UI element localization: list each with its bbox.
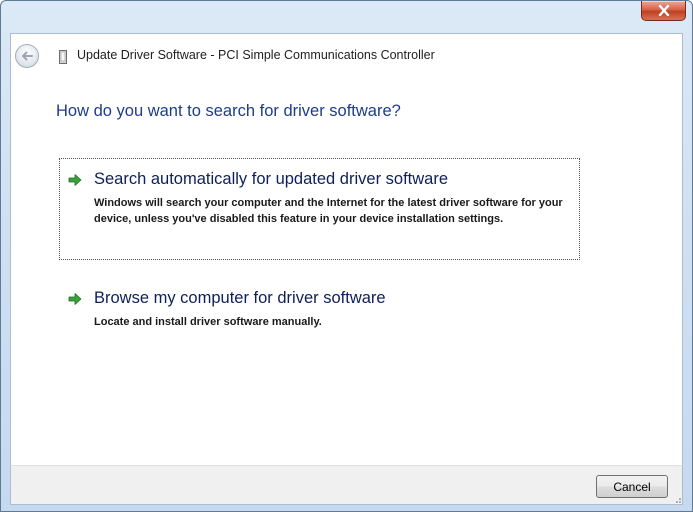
search-automatically-option[interactable]: Search automatically for updated driver … <box>59 158 580 260</box>
back-arrow-icon <box>22 51 33 61</box>
option-description: Locate and install driver software manua… <box>94 316 322 328</box>
browse-computer-option[interactable]: Browse my computer for driver software L… <box>59 277 580 337</box>
cancel-button[interactable]: Cancel <box>596 475 668 498</box>
option-description: Windows will search your computer and th… <box>94 197 563 225</box>
dialog-footer: Cancel <box>10 465 683 505</box>
back-button[interactable] <box>15 44 39 68</box>
window-title: Update Driver Software - PCI Simple Comm… <box>77 48 435 62</box>
resize-grip-icon[interactable] <box>672 494 682 504</box>
dialog-window: Update Driver Software - PCI Simple Comm… <box>0 0 693 512</box>
option-title: Browse my computer for driver software <box>94 289 386 307</box>
green-arrow-icon <box>68 293 82 305</box>
close-icon <box>658 5 669 16</box>
page-heading: How do you want to search for driver sof… <box>56 102 401 120</box>
close-button[interactable] <box>641 1 686 21</box>
dialog-content: How do you want to search for driver sof… <box>10 79 683 465</box>
device-icon <box>59 50 67 64</box>
green-arrow-icon <box>68 174 82 186</box>
option-title: Search automatically for updated driver … <box>94 170 449 188</box>
dialog-header: Update Driver Software - PCI Simple Comm… <box>10 33 683 79</box>
